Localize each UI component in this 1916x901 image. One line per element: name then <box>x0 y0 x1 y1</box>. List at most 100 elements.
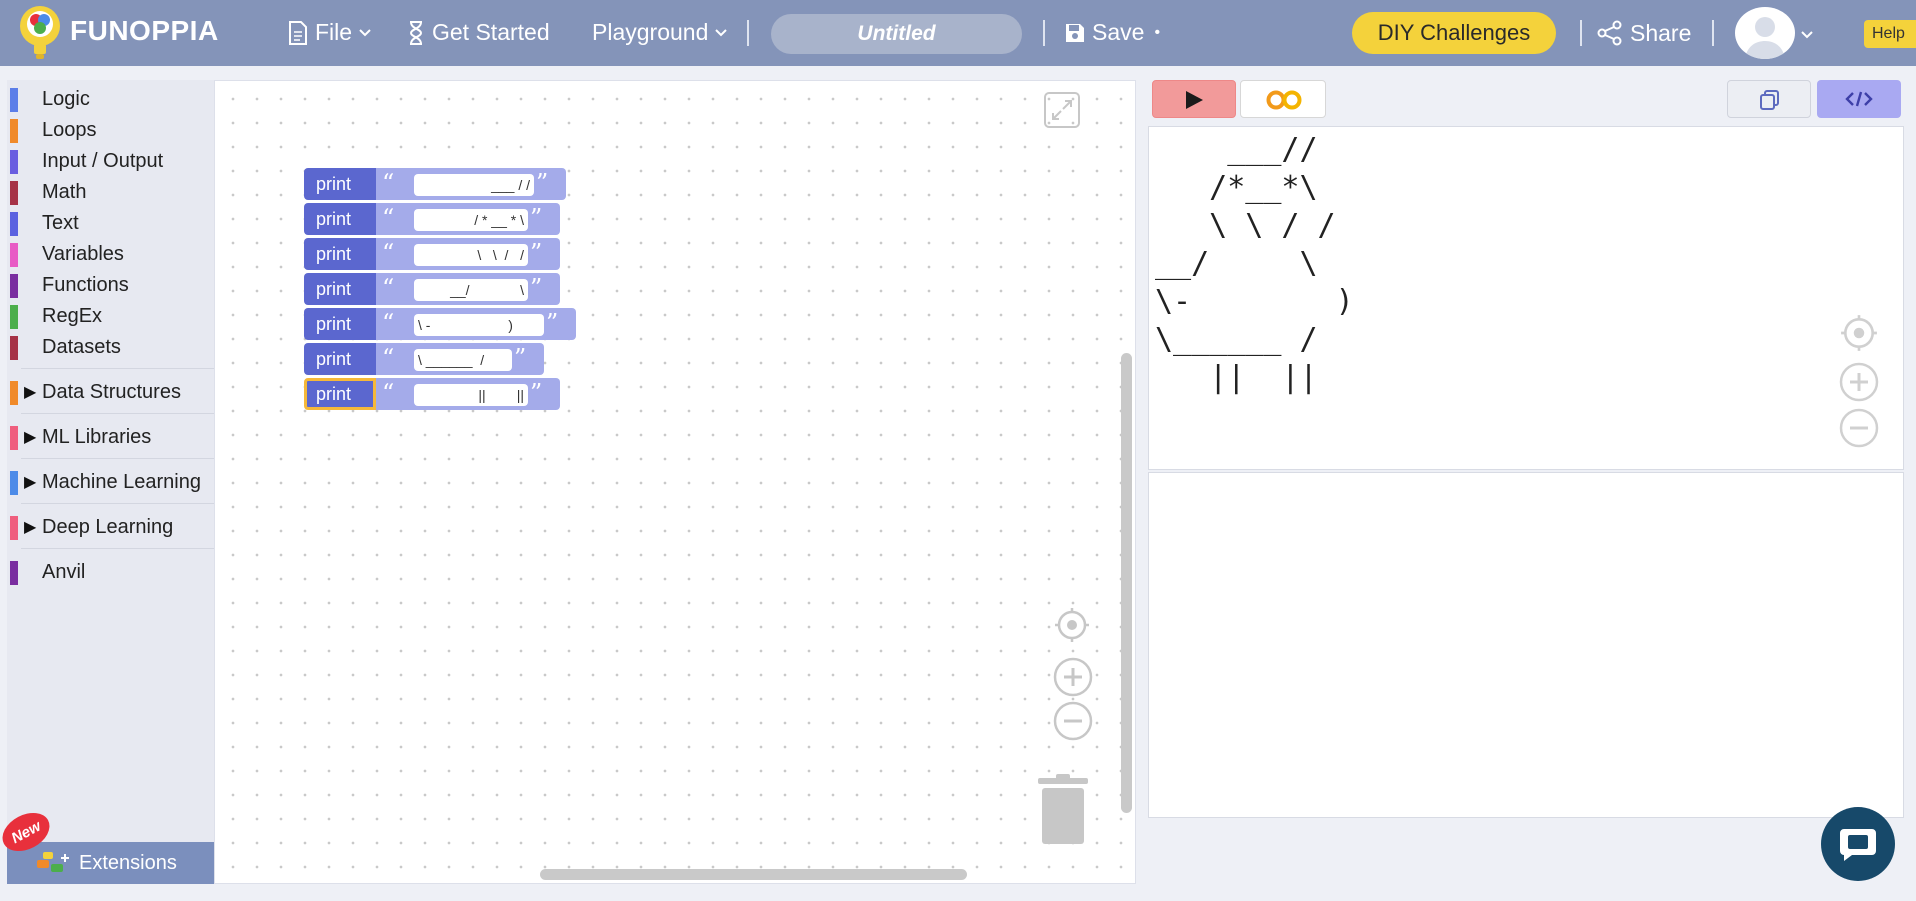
category-color-bar <box>10 119 18 143</box>
vertical-scrollbar[interactable] <box>1121 353 1132 813</box>
category-label: Input / Output <box>42 149 164 172</box>
category-label: Math <box>42 180 87 203</box>
get-started-label: Get Started <box>432 19 550 45</box>
file-menu[interactable]: File <box>287 19 372 46</box>
category-color-bar <box>10 305 18 329</box>
category-machine-learning[interactable]: ▶ Machine Learning <box>7 468 214 496</box>
playground-menu[interactable]: Playground <box>592 19 728 46</box>
output-panel: ___// /*__*\ \ \ / / __/ \ \- ) \______ … <box>1148 126 1904 470</box>
save-label: Save <box>1092 19 1145 45</box>
extensions-button[interactable]: Extensions <box>7 842 214 884</box>
category-variables[interactable]: Variables <box>7 240 214 268</box>
zoom-in-icon[interactable] <box>1053 657 1093 697</box>
trash-icon[interactable] <box>1036 774 1090 846</box>
string-block[interactable]: “ __/ \ ” <box>376 273 560 305</box>
close-quote-icon: ” <box>530 239 543 267</box>
help-button[interactable]: Help <box>1864 20 1916 48</box>
copy-button[interactable] <box>1727 80 1811 118</box>
string-block[interactable]: “ / * __ * \ ” <box>376 203 560 235</box>
top-navbar: FUNOPPIA File Get Started Playground Unt… <box>0 0 1916 66</box>
print-keyword: print <box>304 238 376 270</box>
diy-challenges-button[interactable]: DIY Challenges <box>1352 12 1556 54</box>
string-field[interactable]: \ \ / / <box>414 244 528 266</box>
string-block[interactable]: “ \ \ / / ” <box>376 238 560 270</box>
category-ml-libraries[interactable]: ▶ ML Libraries <box>7 423 214 451</box>
run-button[interactable] <box>1152 80 1236 118</box>
category-color-bar <box>10 381 18 405</box>
category-anvil[interactable]: Anvil <box>7 558 214 586</box>
file-menu-label: File <box>315 19 353 45</box>
file-icon <box>289 20 307 45</box>
expand-arrow-icon: ▶ <box>24 474 37 491</box>
console-panel <box>1148 472 1904 818</box>
brand-name[interactable]: FUNOPPIA <box>70 15 219 47</box>
horizontal-scrollbar[interactable] <box>540 869 967 880</box>
string-field[interactable]: / * __ * \ <box>414 209 528 231</box>
category-logic[interactable]: Logic <box>7 85 214 113</box>
close-quote-icon: ” <box>530 379 543 407</box>
category-label: Loops <box>42 118 97 141</box>
blockly-workspace[interactable] <box>214 80 1136 884</box>
category-datasets[interactable]: Datasets <box>7 333 214 361</box>
chat-icon <box>1840 829 1876 861</box>
zoom-out-icon[interactable] <box>1053 701 1093 741</box>
chevron-down-icon[interactable] <box>1800 30 1814 40</box>
view-code-button[interactable] <box>1817 80 1901 118</box>
get-started-button[interactable]: Get Started <box>406 19 550 46</box>
category-color-bar <box>10 561 18 585</box>
category-color-bar <box>10 212 18 236</box>
open-quote-icon: “ <box>382 169 395 197</box>
category-math[interactable]: Math <box>7 178 214 206</box>
save-button[interactable]: Save • <box>1064 19 1160 46</box>
category-text[interactable]: Text <box>7 209 214 237</box>
expand-arrow-icon: ▶ <box>24 519 37 536</box>
print-keyword: print <box>304 308 376 340</box>
save-icon <box>1066 23 1084 42</box>
category-divider <box>21 458 214 459</box>
string-block[interactable]: “ \ - ) ” <box>376 308 576 340</box>
string-field[interactable]: \ - ) <box>414 314 544 336</box>
category-divider <box>21 548 214 549</box>
zoom-in-icon[interactable] <box>1839 362 1879 402</box>
share-icon <box>1597 20 1622 46</box>
category-functions[interactable]: Functions <box>7 271 214 299</box>
category-color-bar <box>10 516 18 540</box>
fullscreen-icon[interactable] <box>1043 91 1081 129</box>
category-input-output[interactable]: Input / Output <box>7 147 214 175</box>
category-color-bar <box>10 243 18 267</box>
share-button[interactable]: Share <box>1596 19 1691 47</box>
string-field[interactable]: ___ / / <box>414 174 534 196</box>
category-color-bar <box>10 471 18 495</box>
category-label: Datasets <box>42 335 121 358</box>
category-color-bar <box>10 336 18 360</box>
project-title-input[interactable]: Untitled <box>771 14 1022 54</box>
string-field[interactable]: || || <box>414 384 528 406</box>
category-label: Variables <box>42 242 124 265</box>
recenter-icon[interactable] <box>1839 313 1879 353</box>
playground-label: Playground <box>592 19 709 45</box>
funoppia-logo-icon[interactable] <box>14 2 66 62</box>
string-block[interactable]: “ \ ______ / ” <box>376 343 544 375</box>
program-output: ___// /*__*\ \ \ / / __/ \ \- ) \______ … <box>1155 132 1354 395</box>
category-loops[interactable]: Loops <box>7 116 214 144</box>
chevron-down-icon <box>359 28 371 36</box>
string-block[interactable]: “ ___ / / ” <box>376 168 566 200</box>
print-keyword: print <box>304 273 376 305</box>
string-field[interactable]: \ ______ / <box>414 349 512 371</box>
category-data-structures[interactable]: ▶ Data Structures <box>7 378 214 406</box>
category-color-bar <box>10 181 18 205</box>
string-field[interactable]: __/ \ <box>414 279 528 301</box>
close-quote-icon: ” <box>536 169 549 197</box>
print-keyword: print <box>304 168 376 200</box>
colab-button[interactable] <box>1240 80 1326 118</box>
zoom-out-icon[interactable] <box>1839 408 1879 448</box>
recenter-icon[interactable] <box>1053 606 1091 644</box>
chat-support-button[interactable] <box>1821 807 1895 881</box>
avatar[interactable] <box>1735 7 1795 59</box>
category-deep-learning[interactable]: ▶ Deep Learning <box>7 513 214 541</box>
open-quote-icon: “ <box>382 239 395 267</box>
category-regex[interactable]: RegEx <box>7 302 214 330</box>
open-quote-icon: “ <box>382 309 395 337</box>
string-block[interactable]: “ || || ” <box>376 378 560 410</box>
colab-icon <box>1266 90 1302 110</box>
